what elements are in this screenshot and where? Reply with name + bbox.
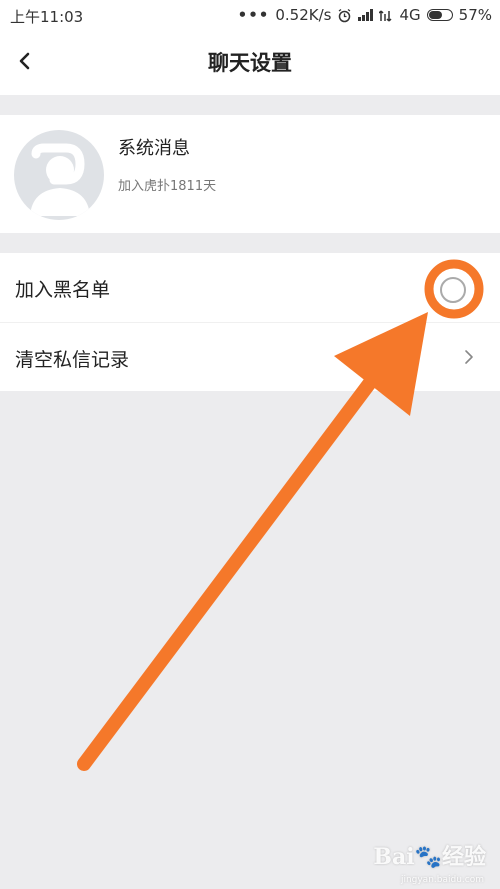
network-type: 4G bbox=[399, 6, 421, 24]
status-bar: 上午11:03 ••• 0.52K/s 4G 57% bbox=[0, 0, 500, 30]
baidu-watermark: Bai🐾经验 bbox=[373, 844, 486, 870]
profile-card[interactable]: 系统消息 加入虎扑1811天 bbox=[0, 115, 500, 233]
status-right: ••• 0.52K/s 4G 57% bbox=[238, 6, 492, 24]
status-time: 上午11:03 bbox=[10, 8, 84, 26]
default-avatar-icon bbox=[30, 143, 90, 216]
profile-subtitle: 加入虎扑1811天 bbox=[118, 179, 217, 194]
clear-messages-row[interactable]: 清空私信记录 bbox=[0, 322, 500, 391]
blacklist-toggle[interactable] bbox=[440, 277, 466, 303]
more-dots: ••• bbox=[237, 6, 270, 24]
clear-messages-label: 清空私信记录 bbox=[15, 349, 130, 371]
battery-icon bbox=[426, 9, 453, 21]
signal-icon bbox=[379, 10, 393, 22]
blacklist-label: 加入黑名单 bbox=[15, 279, 111, 301]
settings-list: 加入黑名单 清空私信记录 bbox=[0, 253, 500, 391]
chevron-right-icon bbox=[465, 350, 473, 364]
network-speed: 0.52K/s bbox=[275, 6, 332, 24]
nav-bar: 聊天设置 bbox=[0, 30, 500, 95]
profile-name: 系统消息 bbox=[118, 138, 190, 159]
page-title: 聊天设置 bbox=[208, 51, 292, 75]
signal-icon bbox=[358, 9, 374, 21]
alarm-icon bbox=[339, 8, 351, 22]
battery-percent: 57% bbox=[458, 6, 492, 24]
blacklist-row[interactable]: 加入黑名单 bbox=[0, 253, 500, 322]
watermark-url: jingyan.baidu.com bbox=[400, 875, 484, 885]
avatar[interactable] bbox=[14, 130, 104, 220]
